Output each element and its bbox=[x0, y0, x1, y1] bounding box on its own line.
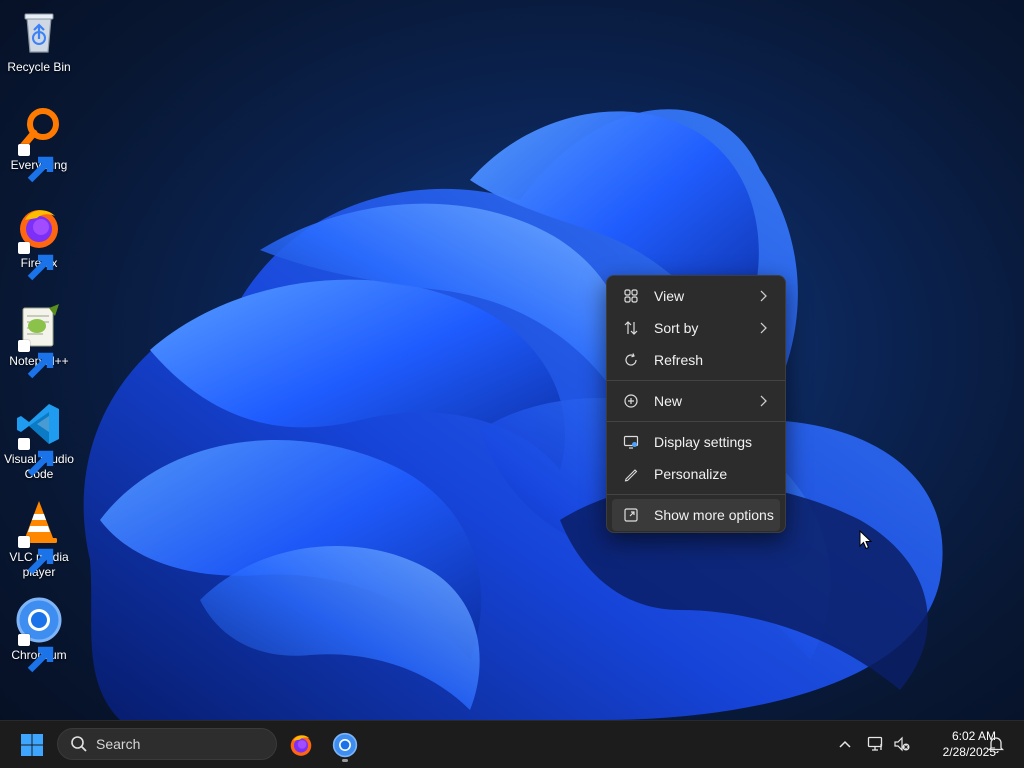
shortcut-arrow-icon bbox=[18, 144, 54, 183]
mouse-pointer-icon bbox=[859, 530, 873, 550]
display-settings-icon bbox=[622, 433, 640, 451]
menu-item-label: Sort by bbox=[654, 320, 699, 336]
vlc-icon bbox=[15, 498, 63, 575]
clock-time: 6:02 AM bbox=[951, 729, 996, 743]
shortcut-arrow-icon bbox=[18, 438, 54, 477]
wallpaper-bloom bbox=[83, 109, 943, 720]
show-more-options-icon bbox=[622, 506, 640, 524]
menu-item-refresh[interactable]: Refresh bbox=[612, 344, 780, 376]
desktop-context-menu: View Sort by Refresh New Display setting… bbox=[606, 275, 786, 533]
plus-circle-icon bbox=[622, 392, 640, 410]
menu-item-label: View bbox=[654, 288, 685, 304]
taskbar-app-chromium[interactable] bbox=[328, 728, 362, 762]
chevron-right-icon bbox=[760, 322, 767, 334]
tray-network-button[interactable] bbox=[865, 733, 887, 755]
menu-separator bbox=[607, 494, 785, 495]
chevron-right-icon bbox=[760, 290, 767, 302]
menu-item-new[interactable]: New bbox=[612, 385, 780, 417]
chromium-icon bbox=[15, 596, 63, 673]
desktop-icon-chromium[interactable]: Chromium bbox=[2, 596, 76, 673]
desktop-icon-recycle-bin[interactable]: Recycle Bin bbox=[2, 8, 76, 75]
refresh-icon bbox=[622, 351, 640, 369]
tray-overflow-button[interactable] bbox=[834, 733, 856, 755]
menu-item-label: Refresh bbox=[654, 352, 704, 368]
menu-item-sort-by[interactable]: Sort by bbox=[612, 312, 780, 344]
search-icon bbox=[71, 736, 87, 752]
shortcut-arrow-icon bbox=[18, 536, 54, 575]
desktop-icon-notepad-plus-plus[interactable]: Notepad++ bbox=[2, 302, 76, 379]
firefox-icon bbox=[290, 735, 312, 756]
grid-view-icon bbox=[622, 287, 640, 305]
taskbar-search-box[interactable]: Search bbox=[57, 728, 277, 760]
clock-date: 2/28/2025 bbox=[942, 745, 996, 759]
notepad-plus-plus-icon bbox=[15, 302, 63, 379]
desktop-icon-firefox[interactable]: Firefox bbox=[2, 204, 76, 281]
desktop-icon-vlc[interactable]: VLC media player bbox=[2, 498, 76, 580]
chevron-up-icon bbox=[839, 740, 851, 748]
desktop-icon-label: Recycle Bin bbox=[7, 60, 71, 74]
chevron-right-icon bbox=[760, 395, 767, 407]
menu-item-display-settings[interactable]: Display settings bbox=[612, 426, 780, 458]
menu-item-label: New bbox=[654, 393, 683, 409]
bell-icon bbox=[988, 737, 1004, 753]
recycle-bin-icon bbox=[15, 8, 63, 56]
taskbar: Search 6:02 AM 2/28/2025 bbox=[0, 720, 1024, 768]
desktop-icon-everything[interactable]: Everything bbox=[2, 106, 76, 183]
menu-item-label: Personalize bbox=[654, 466, 728, 482]
network-icon bbox=[867, 736, 883, 751]
menu-item-label: Show more options bbox=[654, 507, 774, 523]
shortcut-arrow-icon bbox=[18, 242, 54, 281]
start-button[interactable] bbox=[14, 729, 50, 761]
shortcut-arrow-icon bbox=[18, 340, 54, 379]
desktop-icon-vscode[interactable]: Visual Studio Code bbox=[2, 400, 76, 482]
pen-icon bbox=[622, 465, 640, 483]
taskbar-clock[interactable]: 6:02 AM 2/28/2025 bbox=[916, 728, 996, 760]
firefox-icon bbox=[15, 204, 63, 281]
chromium-icon bbox=[332, 732, 358, 758]
volume-muted-icon bbox=[894, 736, 910, 752]
notification-center-button[interactable] bbox=[985, 733, 1007, 755]
search-placeholder: Search bbox=[96, 736, 141, 752]
tray-volume-button[interactable] bbox=[891, 733, 913, 755]
everything-search-icon bbox=[15, 106, 63, 183]
running-indicator bbox=[342, 759, 348, 762]
sort-icon bbox=[622, 319, 640, 337]
shortcut-arrow-icon bbox=[18, 634, 54, 673]
taskbar-app-firefox[interactable] bbox=[284, 728, 318, 762]
menu-separator bbox=[607, 380, 785, 381]
windows-start-icon bbox=[21, 734, 43, 756]
menu-item-personalize[interactable]: Personalize bbox=[612, 458, 780, 490]
menu-item-show-more-options[interactable]: Show more options bbox=[612, 499, 780, 531]
menu-item-view[interactable]: View bbox=[612, 280, 780, 312]
menu-separator bbox=[607, 421, 785, 422]
vscode-icon bbox=[15, 400, 63, 477]
menu-item-label: Display settings bbox=[654, 434, 753, 450]
